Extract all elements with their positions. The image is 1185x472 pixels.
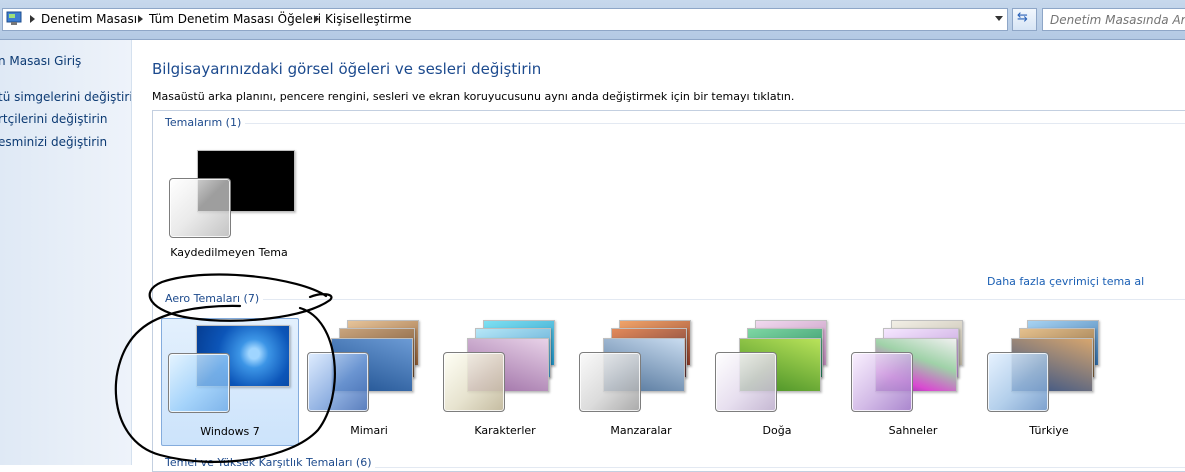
search-box[interactable] [1042, 8, 1185, 31]
breadcrumb-separator-icon[interactable] [30, 15, 35, 23]
left-link-control-panel-home[interactable]: n Masası Giriş [0, 54, 81, 68]
group-divider [165, 299, 1185, 300]
theme-name: Sahneler [888, 424, 938, 437]
breadcrumb-separator-icon[interactable] [314, 15, 319, 23]
theme-tile-characters[interactable]: Karakterler [437, 318, 573, 444]
more-themes-online-link[interactable]: Daha fazla çevrimiçi tema al [987, 275, 1144, 288]
control-panel-icon [6, 11, 22, 25]
theme-tile-windows-7[interactable]: Windows 7 [161, 318, 299, 446]
window-color-swatch-icon [443, 352, 505, 412]
theme-list[interactable]: Temalarım (1) Kaydedilmeyen Tema Daha fa… [152, 110, 1185, 472]
theme-name: Türkiye [1029, 424, 1069, 437]
theme-tile-architecture[interactable]: Mimari [301, 318, 437, 444]
window-color-swatch-icon [851, 352, 913, 412]
breadcrumb-item-personalization[interactable]: Kişiselleştirme [325, 12, 412, 26]
address-bar: Denetim Masası Tüm Denetim Masası Öğeler… [0, 0, 1185, 40]
group-label-aero-themes: Aero Temaları (7) [165, 292, 264, 305]
breadcrumb[interactable]: Denetim Masası Tüm Denetim Masası Öğeler… [2, 8, 1008, 31]
address-dropdown-icon[interactable] [995, 16, 1003, 21]
search-input[interactable] [1050, 13, 1185, 27]
window-color-swatch-icon [579, 352, 641, 412]
theme-tile-unsaved[interactable]: Kaydedilmeyen Tema [161, 138, 297, 264]
theme-name: Mimari [350, 424, 388, 437]
main-content: Bilgisayarınızdaki görsel öğeleri ve ses… [132, 40, 1185, 472]
page-title: Bilgisayarınızdaki görsel öğeleri ve ses… [152, 60, 542, 78]
left-link-mouse-pointers[interactable]: rtçilerini değiştirin [0, 112, 107, 126]
theme-name: Manzaralar [610, 424, 672, 437]
theme-tile-turkey[interactable]: Türkiye [981, 318, 1117, 444]
left-link-desktop-icons[interactable]: tü simgelerini değiştirin [0, 90, 131, 104]
group-label-basic-high-contrast: Temel ve Yüksek Karşıtlık Temaları (6) [165, 456, 376, 469]
window-color-swatch-icon [715, 352, 777, 412]
left-pane: n Masası Giriş tü simgelerini değiştirin… [0, 40, 132, 465]
window-color-swatch-icon [987, 352, 1049, 412]
theme-tile-landscapes[interactable]: Manzaralar [573, 318, 709, 444]
refresh-button[interactable]: ⇆ [1012, 8, 1037, 31]
window-color-swatch-icon [168, 353, 230, 413]
breadcrumb-item-control-panel[interactable]: Denetim Masası [41, 12, 137, 26]
theme-name: Doğa [762, 424, 792, 437]
theme-name: Windows 7 [200, 425, 260, 438]
window-color-swatch-icon [307, 352, 369, 412]
theme-tile-scenes[interactable]: Sahneler [845, 318, 981, 444]
window-color-swatch-icon [169, 178, 231, 238]
breadcrumb-item-all-items[interactable]: Tüm Denetim Masası Öğeleri [149, 12, 321, 26]
theme-name: Karakterler [474, 424, 536, 437]
group-label-my-themes: Temalarım (1) [165, 116, 246, 129]
left-link-account-picture[interactable]: esminizi değiştirin [0, 135, 107, 149]
theme-name: Kaydedilmeyen Tema [170, 246, 288, 259]
page-description: Masaüstü arka planını, pencere rengini, … [152, 90, 795, 103]
group-divider [165, 123, 1185, 124]
refresh-icon: ⇆ [1017, 10, 1028, 25]
theme-tile-nature[interactable]: Doğa [709, 318, 845, 444]
breadcrumb-separator-icon[interactable] [138, 15, 143, 23]
